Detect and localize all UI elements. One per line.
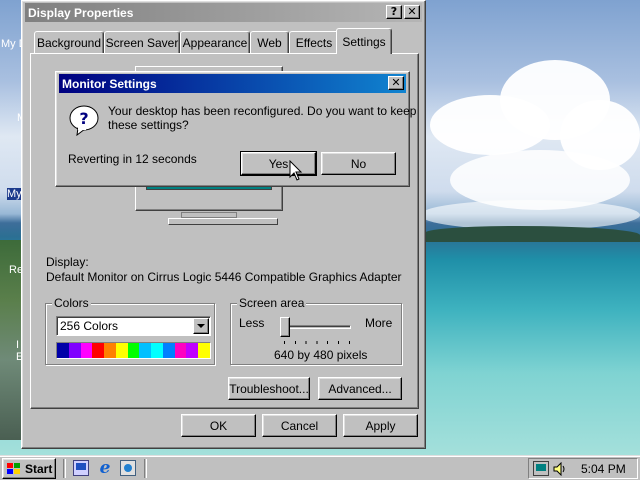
- dialog-message-line1: Your desktop has been reconfigured. Do y…: [108, 104, 417, 118]
- dialog-message-line2: these settings?: [108, 118, 189, 132]
- dialog-title-bar[interactable]: Monitor Settings ✕: [59, 74, 406, 93]
- mouse-cursor-icon: [289, 159, 303, 185]
- display-adapter-text: Default Monitor on Cirrus Logic 5446 Com…: [46, 270, 402, 284]
- colors-dropdown[interactable]: 256 Colors: [56, 316, 211, 336]
- question-icon: ?: [69, 104, 99, 137]
- monitor-settings-dialog: Monitor Settings ✕ ? Your desktop has be…: [55, 71, 416, 187]
- yes-button[interactable]: Yes: [240, 151, 317, 176]
- colors-dropdown-value: 256 Colors: [60, 319, 119, 333]
- advanced-button[interactable]: Advanced...: [318, 377, 402, 400]
- clock[interactable]: 5:04 PM: [581, 462, 626, 476]
- screen-area-group: Screen area Less More 640 by 480 pixels: [230, 296, 402, 365]
- troubleshoot-button[interactable]: Troubleshoot...: [228, 377, 310, 400]
- slider-track[interactable]: [281, 325, 351, 329]
- ok-button[interactable]: OK: [181, 414, 256, 437]
- taskbar: Start e 5:04 PM: [0, 455, 640, 480]
- volume-speaker-icon[interactable]: [553, 461, 567, 479]
- internet-explorer-icon[interactable]: e: [96, 459, 114, 477]
- monitor-base: [168, 218, 278, 225]
- dialog-title: Monitor Settings: [62, 76, 157, 91]
- colors-group-label: Colors: [52, 296, 91, 310]
- start-button[interactable]: Start: [2, 458, 56, 479]
- screen-area-value: 640 by 480 pixels: [274, 348, 368, 362]
- slider-less-label: Less: [239, 316, 265, 330]
- slider-ticks: [284, 341, 350, 344]
- screen-area-group-label: Screen area: [237, 296, 307, 310]
- desktop-icon-label[interactable]: I: [16, 339, 19, 351]
- tab-appearance[interactable]: Appearance: [180, 31, 250, 53]
- tab-background[interactable]: Background: [34, 31, 104, 53]
- close-button[interactable]: ✕: [404, 5, 420, 19]
- slider-thumb[interactable]: [280, 317, 290, 337]
- windows-logo-icon: [7, 462, 20, 474]
- apply-button[interactable]: Apply: [343, 414, 418, 437]
- svg-text:?: ?: [79, 109, 88, 128]
- chevron-down-icon[interactable]: [193, 318, 209, 334]
- slider-more-label: More: [365, 316, 393, 330]
- tab-web[interactable]: Web: [250, 31, 289, 53]
- outlook-express-icon[interactable]: [120, 460, 136, 476]
- countdown-text: Reverting in 12 seconds: [68, 152, 197, 166]
- window-title: Display Properties: [28, 5, 134, 20]
- help-button[interactable]: ?: [386, 5, 402, 19]
- display-properties-window: Display Properties ? ✕ Background Screen…: [21, 0, 426, 449]
- island-shape: [425, 226, 640, 242]
- system-tray: 5:04 PM: [528, 458, 638, 479]
- desktop-icon-label[interactable]: My: [7, 188, 22, 200]
- show-desktop-icon[interactable]: [73, 460, 89, 476]
- color-palette-strip: [56, 342, 211, 359]
- tab-effects[interactable]: Effects: [289, 31, 339, 53]
- quick-launch-divider: [63, 459, 66, 478]
- tab-settings[interactable]: Settings: [336, 28, 392, 54]
- no-button[interactable]: No: [321, 152, 396, 175]
- colors-group: Colors 256 Colors: [45, 296, 215, 365]
- cancel-button[interactable]: Cancel: [262, 414, 337, 437]
- taskbar-divider: [144, 459, 147, 478]
- start-label: Start: [25, 461, 53, 476]
- tab-screen-saver[interactable]: Screen Saver: [104, 31, 180, 53]
- dialog-close-button[interactable]: ✕: [388, 76, 404, 90]
- display-label: Display:: [46, 255, 89, 269]
- display-settings-tray-icon[interactable]: [533, 461, 549, 476]
- title-bar[interactable]: Display Properties ? ✕: [25, 3, 422, 22]
